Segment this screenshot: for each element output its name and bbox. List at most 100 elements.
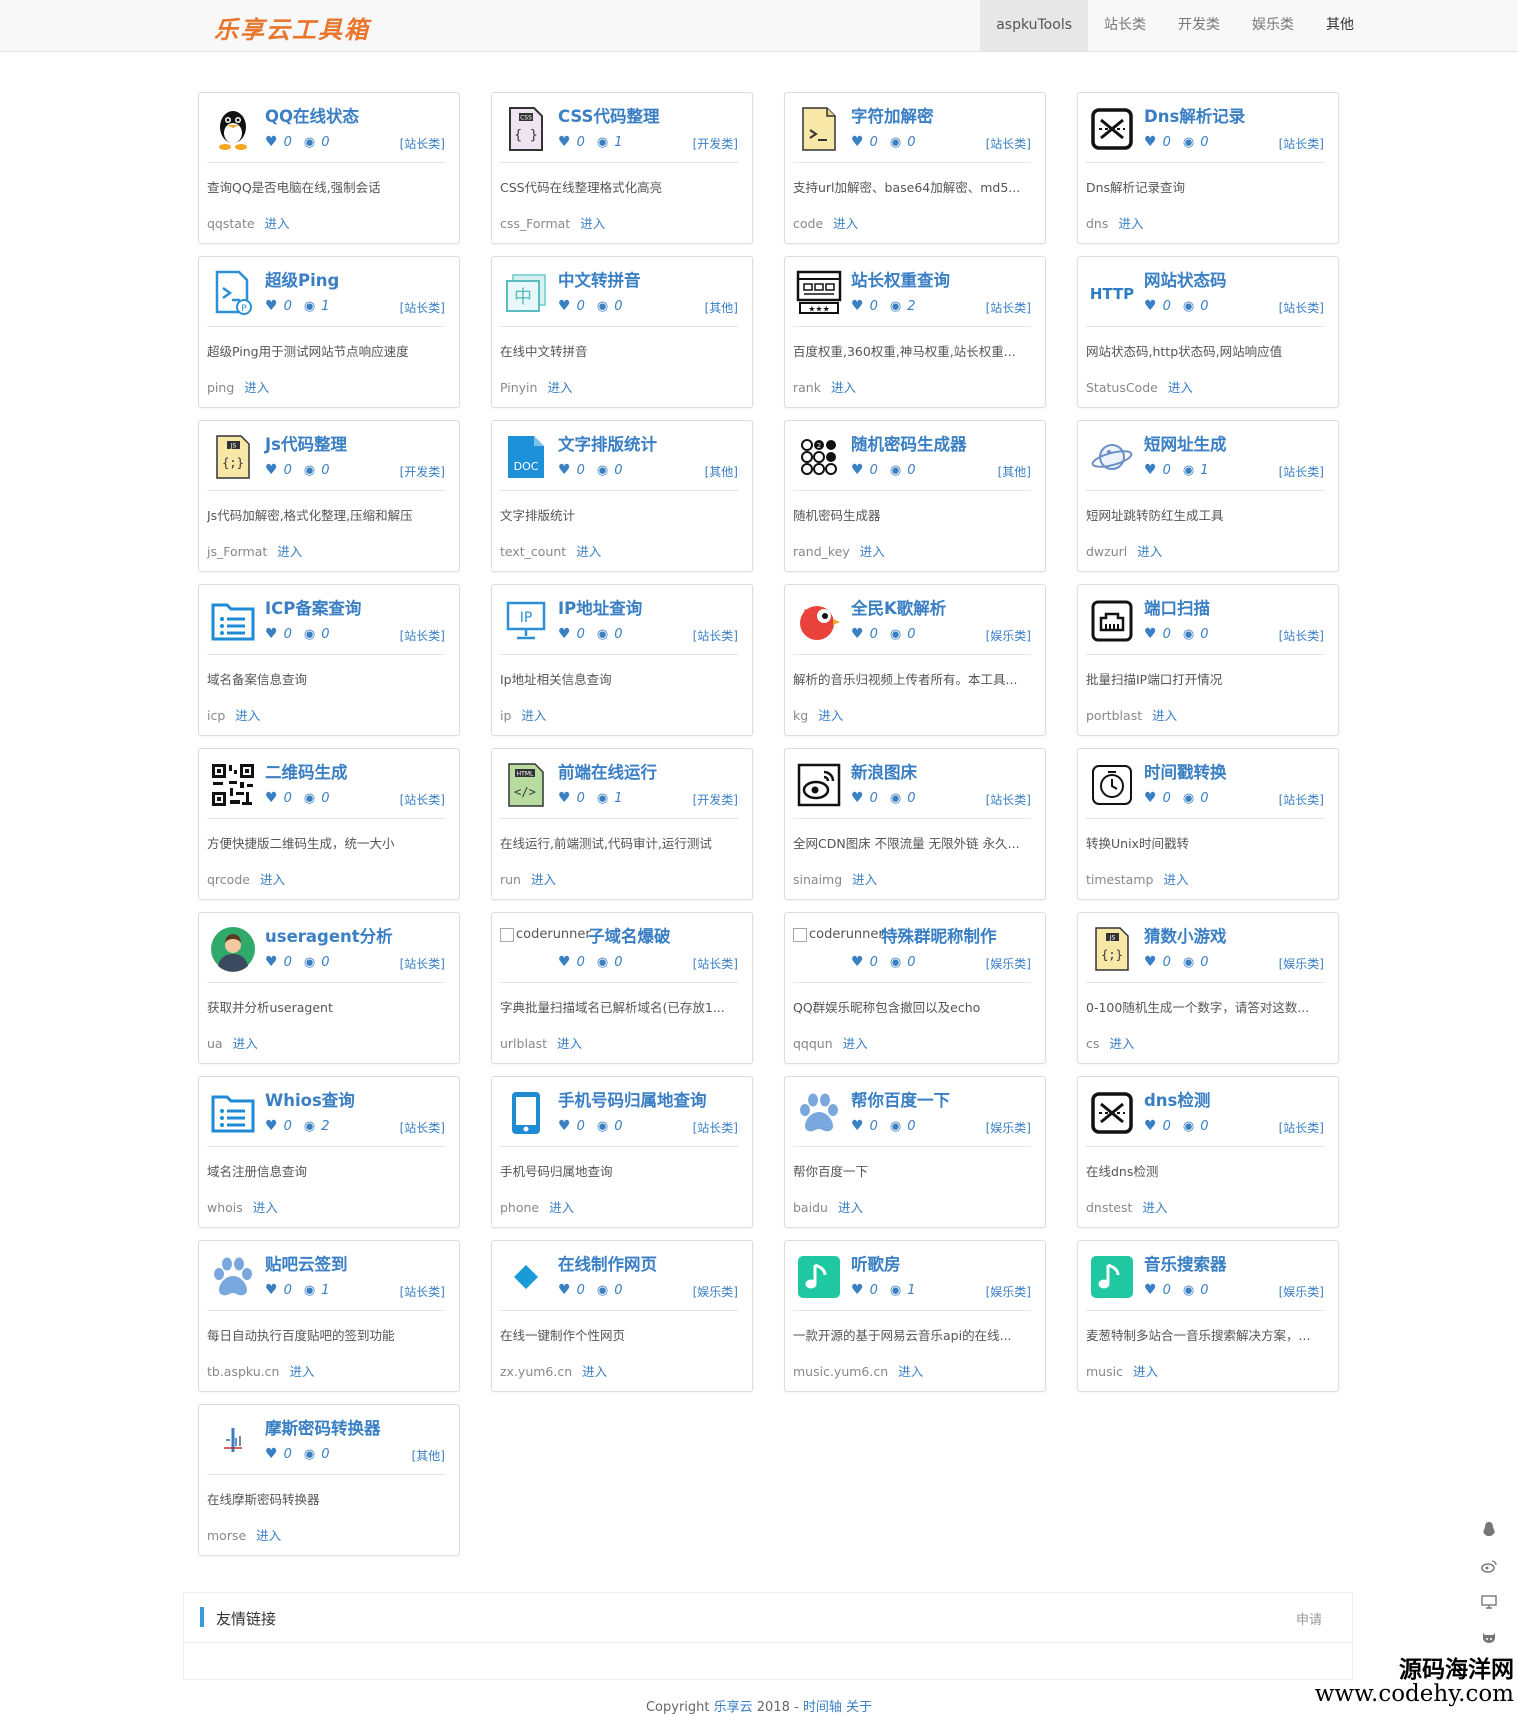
heart-icon[interactable]: ♥ — [851, 1118, 864, 1134]
heart-icon[interactable]: ♥ — [1144, 1118, 1157, 1134]
enter-link[interactable]: 进入 — [233, 1036, 258, 1051]
about-link[interactable]: 关于 — [846, 1700, 872, 1715]
tool-card[interactable]: QQ在线状态 ♥ 0 ◉ 0 [站长类] 查询QQ是否电脑在线,强制会话 qqstate 进入 — [198, 92, 460, 244]
heart-icon[interactable]: ♥ — [558, 1282, 571, 1298]
category-tag[interactable]: [其他] — [705, 299, 738, 316]
heart-icon[interactable]: ♥ — [1144, 1282, 1157, 1298]
heart-icon[interactable]: ♥ — [265, 134, 278, 150]
heart-icon[interactable]: ♥ — [1144, 954, 1157, 970]
category-tag[interactable]: [站长类] — [986, 299, 1031, 316]
tool-title[interactable]: 贴吧云签到 — [265, 1251, 348, 1275]
heart-icon[interactable]: ♥ — [851, 626, 864, 642]
tool-card[interactable]: 听歌房 ♥ 0 ◉ 1 [娱乐类] 一款开源的基于网易云音乐api的在线... music.y… — [784, 1240, 1046, 1392]
tool-title[interactable]: 猜数小游戏 — [1144, 923, 1227, 947]
tool-title[interactable]: dns检测 — [1144, 1087, 1210, 1111]
tool-title[interactable]: 随机密码生成器 — [851, 431, 967, 455]
tool-title[interactable]: Js代码整理 — [265, 431, 347, 455]
tool-title[interactable]: IP地址查询 — [558, 595, 642, 619]
tool-title[interactable]: QQ在线状态 — [265, 103, 359, 127]
category-tag[interactable]: [站长类] — [400, 135, 445, 152]
tool-card[interactable]: P 超级Ping ♥ 0 ◉ 1 [站长类] 超级Ping用于测试网站节点响应速度 ping 进入 — [198, 256, 460, 408]
category-tag[interactable]: [娱乐类] — [986, 627, 1031, 644]
enter-link[interactable]: 进入 — [549, 1200, 574, 1215]
monitor-icon[interactable] — [1479, 1592, 1499, 1612]
tool-card[interactable]: HTML </> 前端在线运行 ♥ 0 ◉ 1 [开发类] 在线运行,前端测试,代码审计,运行测… — [491, 748, 753, 900]
tool-card[interactable]: CSS { } CSS代码整理 ♥ 0 ◉ 1 [开发类] CSS代码在线整理格式化高亮 css_… — [491, 92, 753, 244]
enter-link[interactable]: 进入 — [1109, 1036, 1134, 1051]
enter-link[interactable]: 进入 — [547, 380, 572, 395]
heart-icon[interactable]: ♥ — [265, 298, 278, 314]
heart-icon[interactable]: ♥ — [265, 462, 278, 478]
heart-icon[interactable]: ♥ — [851, 954, 864, 970]
tool-title[interactable]: useragent分析 — [265, 923, 393, 947]
enter-link[interactable]: 进入 — [580, 216, 605, 231]
category-tag[interactable]: [娱乐类] — [693, 1283, 738, 1300]
heart-icon[interactable]: ♥ — [558, 298, 571, 314]
tool-title[interactable]: 全民K歌解析 — [851, 595, 946, 619]
enter-link[interactable]: 进入 — [860, 544, 885, 559]
enter-link[interactable]: 进入 — [833, 216, 858, 231]
tool-title[interactable]: Whios查询 — [265, 1087, 355, 1111]
enter-link[interactable]: 进入 — [1168, 380, 1193, 395]
category-tag[interactable]: [站长类] — [400, 791, 445, 808]
enter-link[interactable]: 进入 — [838, 1200, 863, 1215]
tool-card[interactable]: 短网址生成 ♥ 0 ◉ 1 [站长类] 短网址跳转防红生成工具 dwzurl 进入 — [1077, 420, 1339, 572]
apply-link[interactable]: 申请 — [1296, 1609, 1322, 1628]
tool-title[interactable]: 特殊群昵称制作 — [881, 923, 997, 947]
tool-card[interactable]: 在线制作网页 ♥ 0 ◉ 0 [娱乐类] 在线一键制作个性网页 zx.yum6.cn 进入 — [491, 1240, 753, 1392]
category-tag[interactable]: [站长类] — [1279, 463, 1324, 480]
tool-card[interactable]: ★★★ 站长权重查询 ♥ 0 ◉ 2 [站长类] 百度权重,360权重,神马权重,站长权重..… — [784, 256, 1046, 408]
tool-card[interactable]: 贴吧云签到 ♥ 0 ◉ 1 [站长类] 每日自动执行百度贴吧的签到功能 tb.aspku.cn… — [198, 1240, 460, 1392]
heart-icon[interactable]: ♥ — [558, 626, 571, 642]
tool-title[interactable]: 新浪图床 — [851, 759, 917, 783]
category-tag[interactable]: [开发类] — [400, 463, 445, 480]
category-tag[interactable]: [娱乐类] — [1279, 1283, 1324, 1300]
category-tag[interactable]: [其他] — [998, 463, 1031, 480]
heart-icon[interactable]: ♥ — [265, 790, 278, 806]
tool-card[interactable]: coderunner 特殊群昵称制作 ♥ 0 ◉ 0 [娱乐类] QQ群娱乐昵称包含撤回以及e… — [784, 912, 1046, 1064]
heart-icon[interactable]: ♥ — [558, 134, 571, 150]
tool-card[interactable]: 摩斯密码转换器 ♥ 0 ◉ 0 [其他] 在线摩斯密码转换器 morse 进入 — [198, 1404, 460, 1556]
tool-card[interactable]: JS {;} Js代码整理 ♥ 0 ◉ 0 [开发类] Js代码加解密,格式化整理,压缩和解压 j… — [198, 420, 460, 572]
nav-item-webmaster[interactable]: 站长类 — [1088, 0, 1162, 51]
enter-link[interactable]: 进入 — [265, 216, 290, 231]
tool-title[interactable]: 字符加解密 — [851, 103, 934, 127]
tool-title[interactable]: 时间戳转换 — [1144, 759, 1227, 783]
category-tag[interactable]: [站长类] — [400, 627, 445, 644]
enter-link[interactable]: 进入 — [1152, 708, 1177, 723]
enter-link[interactable]: 进入 — [582, 1364, 607, 1379]
tool-card[interactable]: 帮你百度一下 ♥ 0 ◉ 0 [娱乐类] 帮你百度一下 baidu 进入 — [784, 1076, 1046, 1228]
category-tag[interactable]: [娱乐类] — [1279, 955, 1324, 972]
category-tag[interactable]: [站长类] — [400, 1119, 445, 1136]
category-tag[interactable]: [站长类] — [1279, 135, 1324, 152]
nav-item-fun[interactable]: 娱乐类 — [1236, 0, 1310, 51]
category-tag[interactable]: [娱乐类] — [986, 1119, 1031, 1136]
category-tag[interactable]: [其他] — [705, 463, 738, 480]
category-tag[interactable]: [站长类] — [693, 1119, 738, 1136]
category-tag[interactable]: [站长类] — [400, 299, 445, 316]
category-tag[interactable]: [开发类] — [693, 135, 738, 152]
enter-link[interactable]: 进入 — [1118, 216, 1143, 231]
enter-link[interactable]: 进入 — [818, 708, 843, 723]
heart-icon[interactable]: ♥ — [558, 462, 571, 478]
enter-link[interactable]: 进入 — [1133, 1364, 1158, 1379]
tool-card[interactable]: Dns解析记录 ♥ 0 ◉ 0 [站长类] Dns解析记录查询 dns 进入 — [1077, 92, 1339, 244]
tool-title[interactable]: 手机号码归属地查询 — [558, 1087, 707, 1111]
tool-title[interactable]: 帮你百度一下 — [851, 1087, 950, 1111]
heart-icon[interactable]: ♥ — [851, 298, 864, 314]
enter-link[interactable]: 进入 — [1137, 544, 1162, 559]
enter-link[interactable]: 进入 — [1142, 1200, 1167, 1215]
category-tag[interactable]: [娱乐类] — [986, 1283, 1031, 1300]
tool-card[interactable]: IP IP地址查询 ♥ 0 ◉ 0 [站长类] Ip地址相关信息查询 ip 进入 — [491, 584, 753, 736]
tool-card[interactable]: 字符加解密 ♥ 0 ◉ 0 [站长类] 支持url加解密、base64加解密、md5... c… — [784, 92, 1046, 244]
category-tag[interactable]: [开发类] — [693, 791, 738, 808]
tool-title[interactable]: 中文转拼音 — [558, 267, 641, 291]
heart-icon[interactable]: ♥ — [265, 1446, 278, 1462]
heart-icon[interactable]: ♥ — [1144, 626, 1157, 642]
category-tag[interactable]: [站长类] — [986, 791, 1031, 808]
tool-card[interactable]: 端口扫描 ♥ 0 ◉ 0 [站长类] 批量扫描IP端口打开情况 portblast 进入 — [1077, 584, 1339, 736]
tool-card[interactable]: dns检测 ♥ 0 ◉ 0 [站长类] 在线dns检测 dnstest 进入 — [1077, 1076, 1339, 1228]
tool-card[interactable]: 2 随机密码生成器 ♥ 0 ◉ 0 [其他] 随机密码生成器 rand_key 进入 — [784, 420, 1046, 572]
tool-card[interactable]: DOC 文字排版统计 ♥ 0 ◉ 0 [其他] 文字排版统计 text_count 进入 — [491, 420, 753, 572]
heart-icon[interactable]: ♥ — [265, 1118, 278, 1134]
